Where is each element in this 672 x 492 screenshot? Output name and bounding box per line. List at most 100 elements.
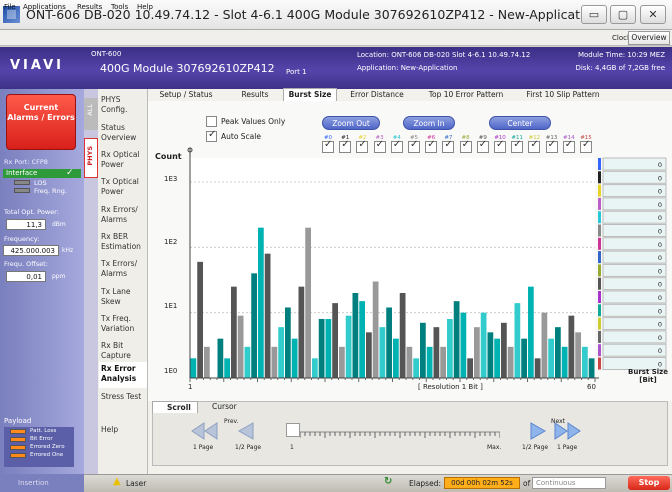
elapsed-value: 00d 00h 02m 52s bbox=[444, 477, 520, 489]
freq-range-flag-icon bbox=[14, 188, 30, 193]
menu-help[interactable]: Help bbox=[137, 3, 153, 11]
bar-19 bbox=[318, 318, 325, 378]
insertion-label[interactable]: Insertion bbox=[18, 479, 49, 487]
nav-status-overview[interactable]: Status Overview bbox=[101, 123, 146, 143]
elapsed-label: Elapsed: bbox=[409, 479, 441, 488]
nav-rx-errors-alarms[interactable]: Rx Errors/ Alarms bbox=[101, 205, 146, 225]
stop-button[interactable]: Stop bbox=[628, 476, 670, 490]
legend-value-5: 0 bbox=[658, 228, 662, 236]
prev-page-icon[interactable] bbox=[190, 421, 220, 441]
legend-value-0: 0 bbox=[658, 161, 662, 169]
nav-tx-lane-skew[interactable]: Tx Lane Skew bbox=[101, 287, 146, 307]
legend-value-14: 0 bbox=[658, 347, 662, 355]
auto-scale-checkbox[interactable] bbox=[206, 129, 217, 142]
of-label: of bbox=[523, 479, 531, 488]
legend-color-12 bbox=[598, 317, 601, 330]
tab-top-10-error-pattern[interactable]: Top 10 Error Pattern bbox=[420, 89, 512, 101]
legend-value-8: 0 bbox=[658, 267, 662, 275]
bar-1 bbox=[197, 261, 203, 378]
legend-color-8 bbox=[598, 264, 601, 277]
y-tick-1e0: 1E0 bbox=[164, 367, 178, 375]
burst-size-chart: 0000000000000000 bbox=[187, 147, 667, 382]
tab-cursor[interactable]: Cursor bbox=[212, 402, 237, 411]
legend-color-14 bbox=[598, 344, 601, 357]
legend-cell-6 bbox=[602, 237, 667, 251]
menu-file[interactable]: File bbox=[4, 3, 16, 11]
nav-stress-test[interactable]: Stress Test bbox=[101, 392, 146, 402]
tab-burst-size[interactable]: Burst Size bbox=[283, 89, 337, 101]
bar-43 bbox=[480, 312, 487, 378]
bar-28 bbox=[379, 327, 386, 378]
refresh-icon[interactable]: ↻ bbox=[384, 476, 392, 487]
bar-14 bbox=[285, 307, 291, 378]
bar-11 bbox=[264, 253, 271, 378]
zoom-out-button[interactable]: Zoom Out bbox=[322, 116, 380, 130]
nav-rx-optical-power[interactable]: Rx Optical Power bbox=[101, 150, 146, 170]
tab-setup-status[interactable]: Setup / Status bbox=[150, 89, 222, 101]
y-axis-label: Count bbox=[155, 152, 182, 161]
nav-tx-optical-power[interactable]: Tx Optical Power bbox=[101, 177, 146, 197]
nav-phys-config[interactable]: PHYS Config. bbox=[101, 95, 146, 115]
minimize-button[interactable]: ▭ bbox=[581, 5, 607, 24]
application-label: Application: New-Application bbox=[357, 64, 458, 72]
bar-37 bbox=[440, 346, 446, 378]
legend-cell-13 bbox=[602, 330, 667, 344]
viavi-logo: VIAVI bbox=[10, 58, 64, 73]
x-tick-first: 1 bbox=[188, 383, 193, 391]
los-label: LOS bbox=[34, 179, 47, 187]
peak-values-checkbox[interactable] bbox=[206, 116, 217, 127]
y-tick-1e2: 1E2 bbox=[164, 238, 178, 246]
tab-scroll[interactable]: Scroll bbox=[167, 403, 191, 412]
bar-34 bbox=[420, 322, 426, 378]
peak-values-label: Peak Values Only bbox=[221, 117, 286, 126]
bar-45 bbox=[494, 338, 500, 378]
y-tick-1e1: 1E1 bbox=[164, 302, 178, 310]
bar-24 bbox=[352, 292, 359, 378]
patt-loss-label: Patt. Loss bbox=[30, 428, 57, 434]
menu-bar bbox=[0, 30, 672, 46]
menu-applications[interactable]: Applications bbox=[23, 3, 66, 11]
bar-46 bbox=[501, 322, 507, 378]
tab-phys-label: PHYS bbox=[86, 146, 94, 166]
prev-half-page-icon[interactable] bbox=[236, 421, 256, 441]
zoom-in-button[interactable]: Zoom In bbox=[403, 116, 455, 130]
next-half-page-icon[interactable] bbox=[528, 421, 548, 441]
nav-help[interactable]: Help bbox=[101, 425, 146, 435]
bar-47 bbox=[507, 346, 514, 378]
tab-results[interactable]: Results bbox=[234, 89, 276, 101]
nav-rx-ber-estimation[interactable]: Rx BER Estimation bbox=[101, 232, 146, 252]
legend-cell-7 bbox=[602, 250, 667, 264]
legend-cell-4 bbox=[602, 210, 667, 224]
frequency-value: 425.000.003 bbox=[3, 245, 59, 256]
nav-rx-bit-capture[interactable]: Rx Bit Capture bbox=[101, 341, 146, 361]
menu-results[interactable]: Results bbox=[77, 3, 102, 11]
next-page-icon[interactable] bbox=[553, 421, 585, 441]
continuous-field[interactable]: Continuous bbox=[532, 477, 606, 489]
legend-cell-2 bbox=[602, 184, 667, 198]
tab-first-10-slip-pattern[interactable]: First 10 Slip Pattern bbox=[520, 89, 606, 101]
errored-one-label: Errored One bbox=[30, 452, 64, 458]
maximize-button[interactable]: ▢ bbox=[610, 5, 636, 24]
bar-25 bbox=[359, 301, 365, 378]
legend-cell-0 bbox=[602, 157, 667, 171]
center-button[interactable]: Center bbox=[489, 116, 551, 130]
tab-error-distance[interactable]: Error Distance bbox=[345, 89, 409, 101]
nav-tx-freq-variation[interactable]: Tx Freq. Variation bbox=[101, 314, 146, 334]
bar-17 bbox=[305, 227, 311, 378]
laser-label[interactable]: Laser bbox=[126, 479, 146, 488]
next-page-label: 1 Page bbox=[557, 444, 578, 451]
rx-port-label: Rx Port: CFP8 bbox=[4, 158, 48, 166]
nav-rx-error-analysis[interactable]: Rx Error Analysis bbox=[101, 364, 146, 384]
scroll-slider-track[interactable] bbox=[300, 424, 500, 438]
errored-one-flag-icon bbox=[10, 453, 26, 458]
overview-button[interactable]: Overview bbox=[628, 31, 670, 45]
legend-cell-10 bbox=[602, 290, 667, 304]
bar-48 bbox=[514, 303, 521, 378]
nav-tx-errors-alarms[interactable]: Tx Errors/ Alarms bbox=[101, 259, 146, 279]
menu-tools[interactable]: Tools bbox=[111, 3, 128, 11]
legend-value-13: 0 bbox=[658, 334, 662, 342]
current-alarms-button[interactable]: Current Alarms / Errors bbox=[6, 94, 76, 150]
bar-8 bbox=[244, 346, 251, 378]
close-button[interactable]: ✕ bbox=[640, 5, 666, 24]
scroll-slider-handle[interactable] bbox=[286, 423, 300, 437]
